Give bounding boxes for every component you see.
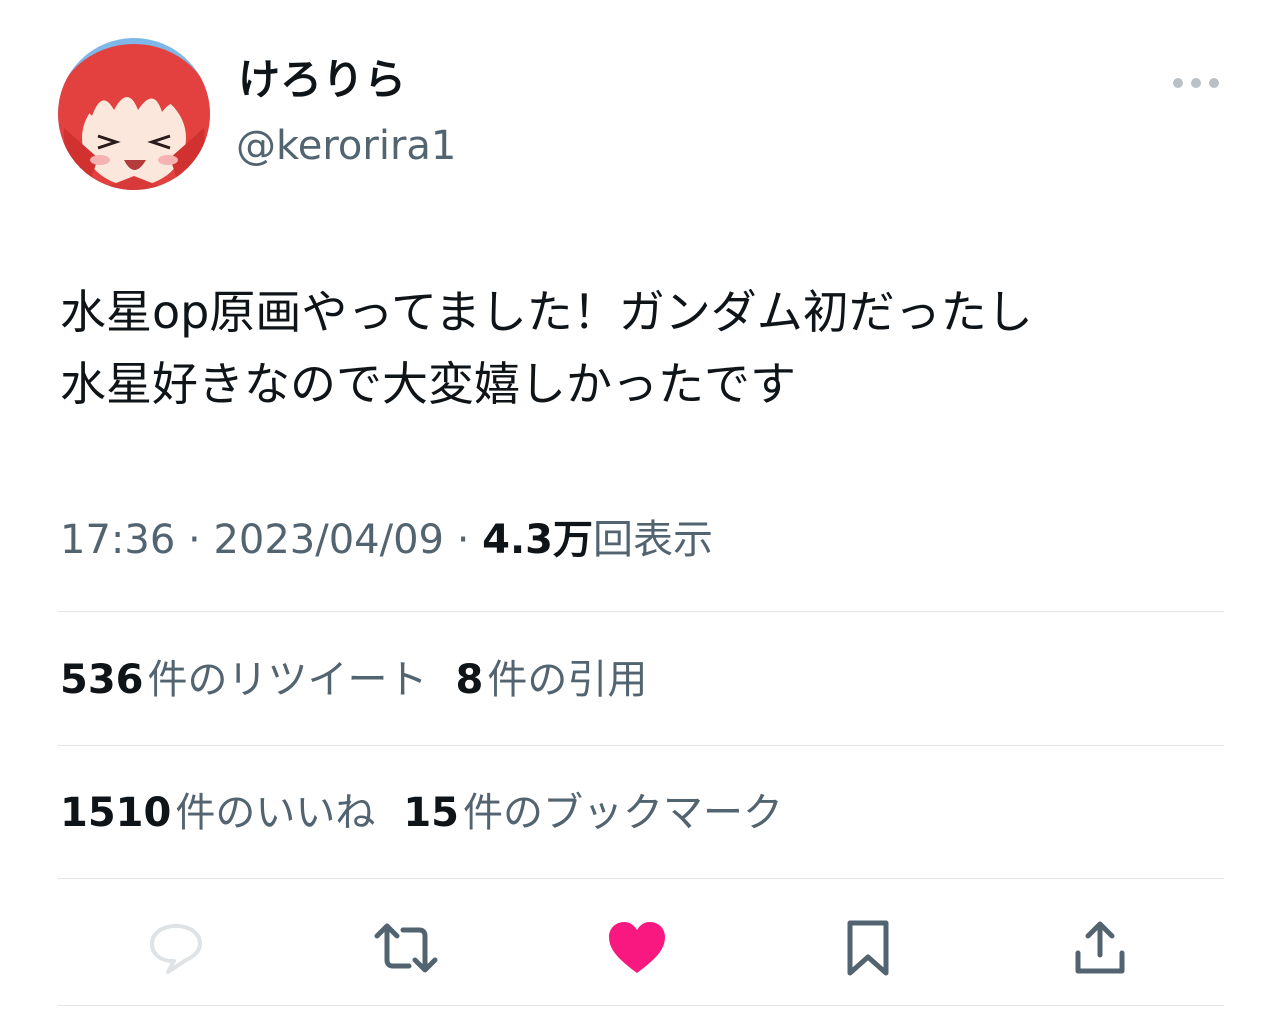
quotes-count: 8 [455, 657, 484, 703]
bookmarks-count: 15 [403, 790, 459, 836]
tweet-text: 水星op原画やってました！ガンダム初だったし 水星好きなので大変嬉しかったです [60, 276, 1230, 420]
quotes-stat[interactable]: 8 件の引用 [456, 657, 648, 703]
divider [58, 878, 1224, 879]
views-count: 4.3万 [482, 517, 593, 563]
likes-stat[interactable]: 1510 件のいいね [60, 790, 375, 836]
divider [58, 745, 1224, 746]
retweets-label: 件のリツイート [147, 657, 428, 703]
retweets-count: 536 [60, 657, 144, 703]
tweet-date[interactable]: 2023/04/09 [213, 517, 444, 563]
tweet-text-line: 水星好きなので大変嬉しかったです [60, 357, 796, 411]
user-handle[interactable]: @kerorira1 [236, 118, 456, 174]
like-button[interactable] [601, 912, 673, 984]
retweet-button[interactable] [370, 912, 442, 984]
reply-icon [150, 924, 202, 974]
bookmark-button[interactable] [832, 912, 904, 984]
divider [58, 611, 1224, 612]
tweet-meta: 17:36 · 2023/04/09 · 4.3万回表示 [60, 512, 713, 568]
reply-button[interactable] [140, 912, 212, 984]
tweet-text-line: 水星op原画やってました！ガンダム初だったし [60, 285, 1033, 339]
share-icon [1075, 921, 1125, 974]
display-name[interactable]: けろりら [238, 52, 406, 108]
share-button[interactable] [1064, 912, 1136, 984]
avatar-image [58, 38, 210, 190]
likes-label: 件のいいね [175, 790, 376, 836]
more-options-icon[interactable] [1170, 68, 1222, 98]
tweet-time[interactable]: 17:36 [60, 517, 175, 563]
likes-count: 1510 [60, 790, 172, 836]
stats-row-likes: 1510 件のいいね 15 件のブックマーク [60, 785, 811, 841]
meta-separator: · [175, 517, 214, 563]
stats-row-retweets: 536 件のリツイート 8 件の引用 [60, 652, 675, 708]
bookmarks-label: 件のブックマーク [463, 790, 783, 836]
meta-separator: · [443, 517, 483, 563]
views-label: 回表示 [593, 517, 713, 563]
retweets-stat[interactable]: 536 件のリツイート [60, 657, 428, 703]
bookmarks-stat[interactable]: 15 件のブックマーク [403, 790, 783, 836]
divider [58, 1005, 1224, 1006]
avatar[interactable] [58, 38, 210, 190]
retweet-icon [374, 923, 438, 973]
quotes-label: 件の引用 [487, 657, 648, 703]
bookmark-icon [847, 920, 889, 976]
heart-icon [609, 922, 665, 973]
